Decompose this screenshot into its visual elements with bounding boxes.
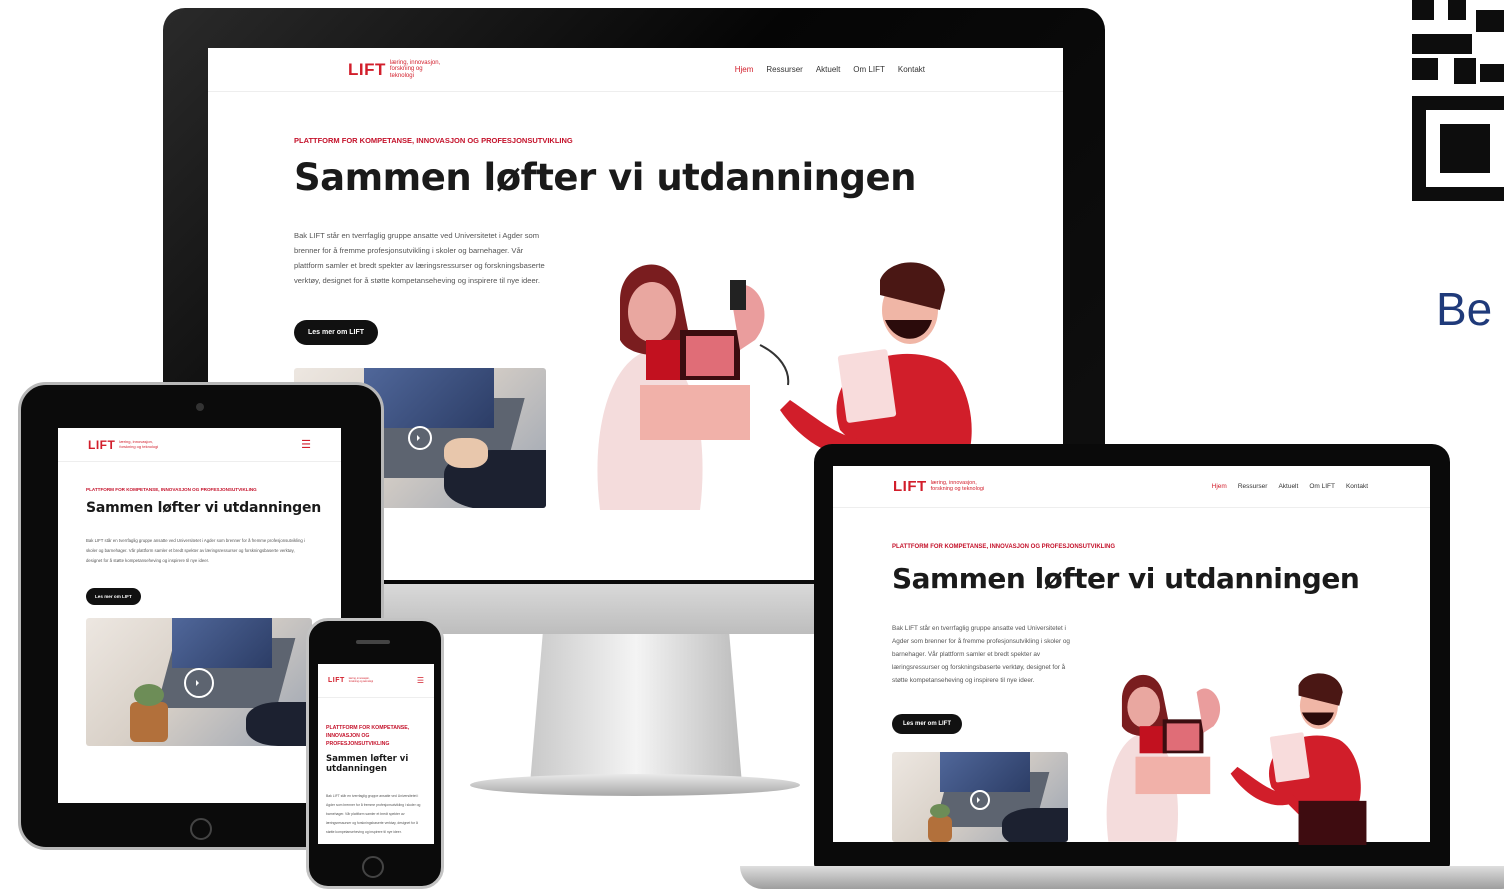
eyebrow-text: PLATTFORM FOR KOMPETANSE, INNOVASJON OG … bbox=[892, 544, 1116, 550]
intro-paragraph: Bak LIFT står en tverrfaglig gruppe ansa… bbox=[294, 231, 545, 285]
site-logo[interactable]: LIFT læring, innovasjon, forskning og te… bbox=[328, 677, 375, 684]
play-icon[interactable] bbox=[184, 668, 214, 698]
site-header: LIFT læring, innovasjon, forskning og te… bbox=[58, 428, 341, 462]
page-title: Sammen løfter vi utdanningen bbox=[326, 754, 409, 774]
play-icon[interactable] bbox=[970, 790, 990, 810]
macbook-base bbox=[740, 866, 1504, 889]
nav-aktuelt[interactable]: Aktuelt bbox=[1278, 483, 1298, 490]
hamburger-icon[interactable]: ☰ bbox=[417, 676, 424, 685]
eyebrow-text: PLATTFORM FOR KOMPETANSE, INNOVASJON OG … bbox=[294, 136, 573, 145]
imac-stand bbox=[530, 634, 742, 784]
eyebrow-text: PLATTFORM FOR KOMPETANSE, INNOVASJON OG … bbox=[326, 725, 410, 747]
site-logo[interactable]: LIFT læring, innovasjon, forskning og te… bbox=[88, 438, 163, 452]
imac-foot bbox=[470, 774, 800, 796]
site-logo[interactable]: LIFT læring, innovasjon, forskning og te… bbox=[893, 478, 989, 495]
read-more-button[interactable]: Les mer om LIFT bbox=[892, 714, 963, 734]
phone-speaker bbox=[356, 640, 390, 644]
video-thumbnail[interactable] bbox=[892, 752, 1068, 842]
intro-paragraph: Bak LIFT står en tverrfaglig gruppe ansa… bbox=[892, 625, 1070, 684]
tablet-screen: LIFT læring, innovasjon, forskning og te… bbox=[58, 428, 341, 803]
nav-aktuelt[interactable]: Aktuelt bbox=[816, 65, 840, 74]
page-title: Sammen løfter vi utdanningen bbox=[86, 500, 322, 516]
play-icon[interactable] bbox=[408, 426, 432, 450]
video-thumbnail[interactable] bbox=[86, 618, 312, 746]
nav-kontakt[interactable]: Kontakt bbox=[898, 65, 925, 74]
tablet-home-button[interactable] bbox=[190, 818, 212, 840]
nav-hjem[interactable]: Hjem bbox=[735, 65, 754, 74]
site-header: LIFT læring, innovasjon, forskning og te… bbox=[318, 664, 434, 698]
phone-screen: LIFT læring, innovasjon, forskning og te… bbox=[318, 664, 434, 844]
read-more-button[interactable]: Les mer om LIFT bbox=[86, 588, 141, 605]
nav-hjem[interactable]: Hjem bbox=[1212, 483, 1227, 490]
nav-ressurser[interactable]: Ressurser bbox=[1238, 483, 1268, 490]
read-more-button[interactable]: Les mer om LIFT bbox=[294, 320, 379, 345]
tablet-camera bbox=[196, 403, 204, 411]
main-nav: Hjem Ressurser Aktuelt Om LIFT Kontakt bbox=[735, 65, 925, 74]
main-nav: Hjem Ressurser Aktuelt Om LIFT Kontakt bbox=[1212, 483, 1368, 490]
partial-heading: Be bbox=[1436, 283, 1493, 335]
site-header: LIFT læring, innovasjon, forskning og te… bbox=[833, 466, 1430, 508]
hamburger-icon[interactable]: ☰ bbox=[301, 438, 311, 451]
page-title: Sammen løfter vi utdanningen bbox=[294, 156, 916, 199]
nav-om-lift[interactable]: Om LIFT bbox=[1309, 483, 1335, 490]
nav-ressurser[interactable]: Ressurser bbox=[766, 65, 802, 74]
phone-home-button[interactable] bbox=[362, 856, 384, 878]
site-header: LIFT læring, innovasjon, forskning og te… bbox=[208, 48, 1063, 92]
intro-paragraph: Bak LIFT står en tverrfaglig gruppe ansa… bbox=[326, 794, 421, 834]
nav-kontakt[interactable]: Kontakt bbox=[1346, 483, 1368, 490]
nav-om-lift[interactable]: Om LIFT bbox=[853, 65, 885, 74]
illustration-people bbox=[1106, 673, 1367, 845]
site-logo[interactable]: LIFT læring, innovasjon, forskning og te… bbox=[348, 60, 446, 80]
intro-paragraph: Bak LIFT står en tverrfaglig gruppe ansa… bbox=[86, 538, 305, 563]
qr-code-fragment bbox=[1410, 0, 1504, 205]
page-title: Sammen løfter vi utdanningen bbox=[892, 562, 1360, 595]
eyebrow-text: PLATTFORM FOR KOMPETANSE, INNOVASJON OG … bbox=[86, 487, 257, 492]
